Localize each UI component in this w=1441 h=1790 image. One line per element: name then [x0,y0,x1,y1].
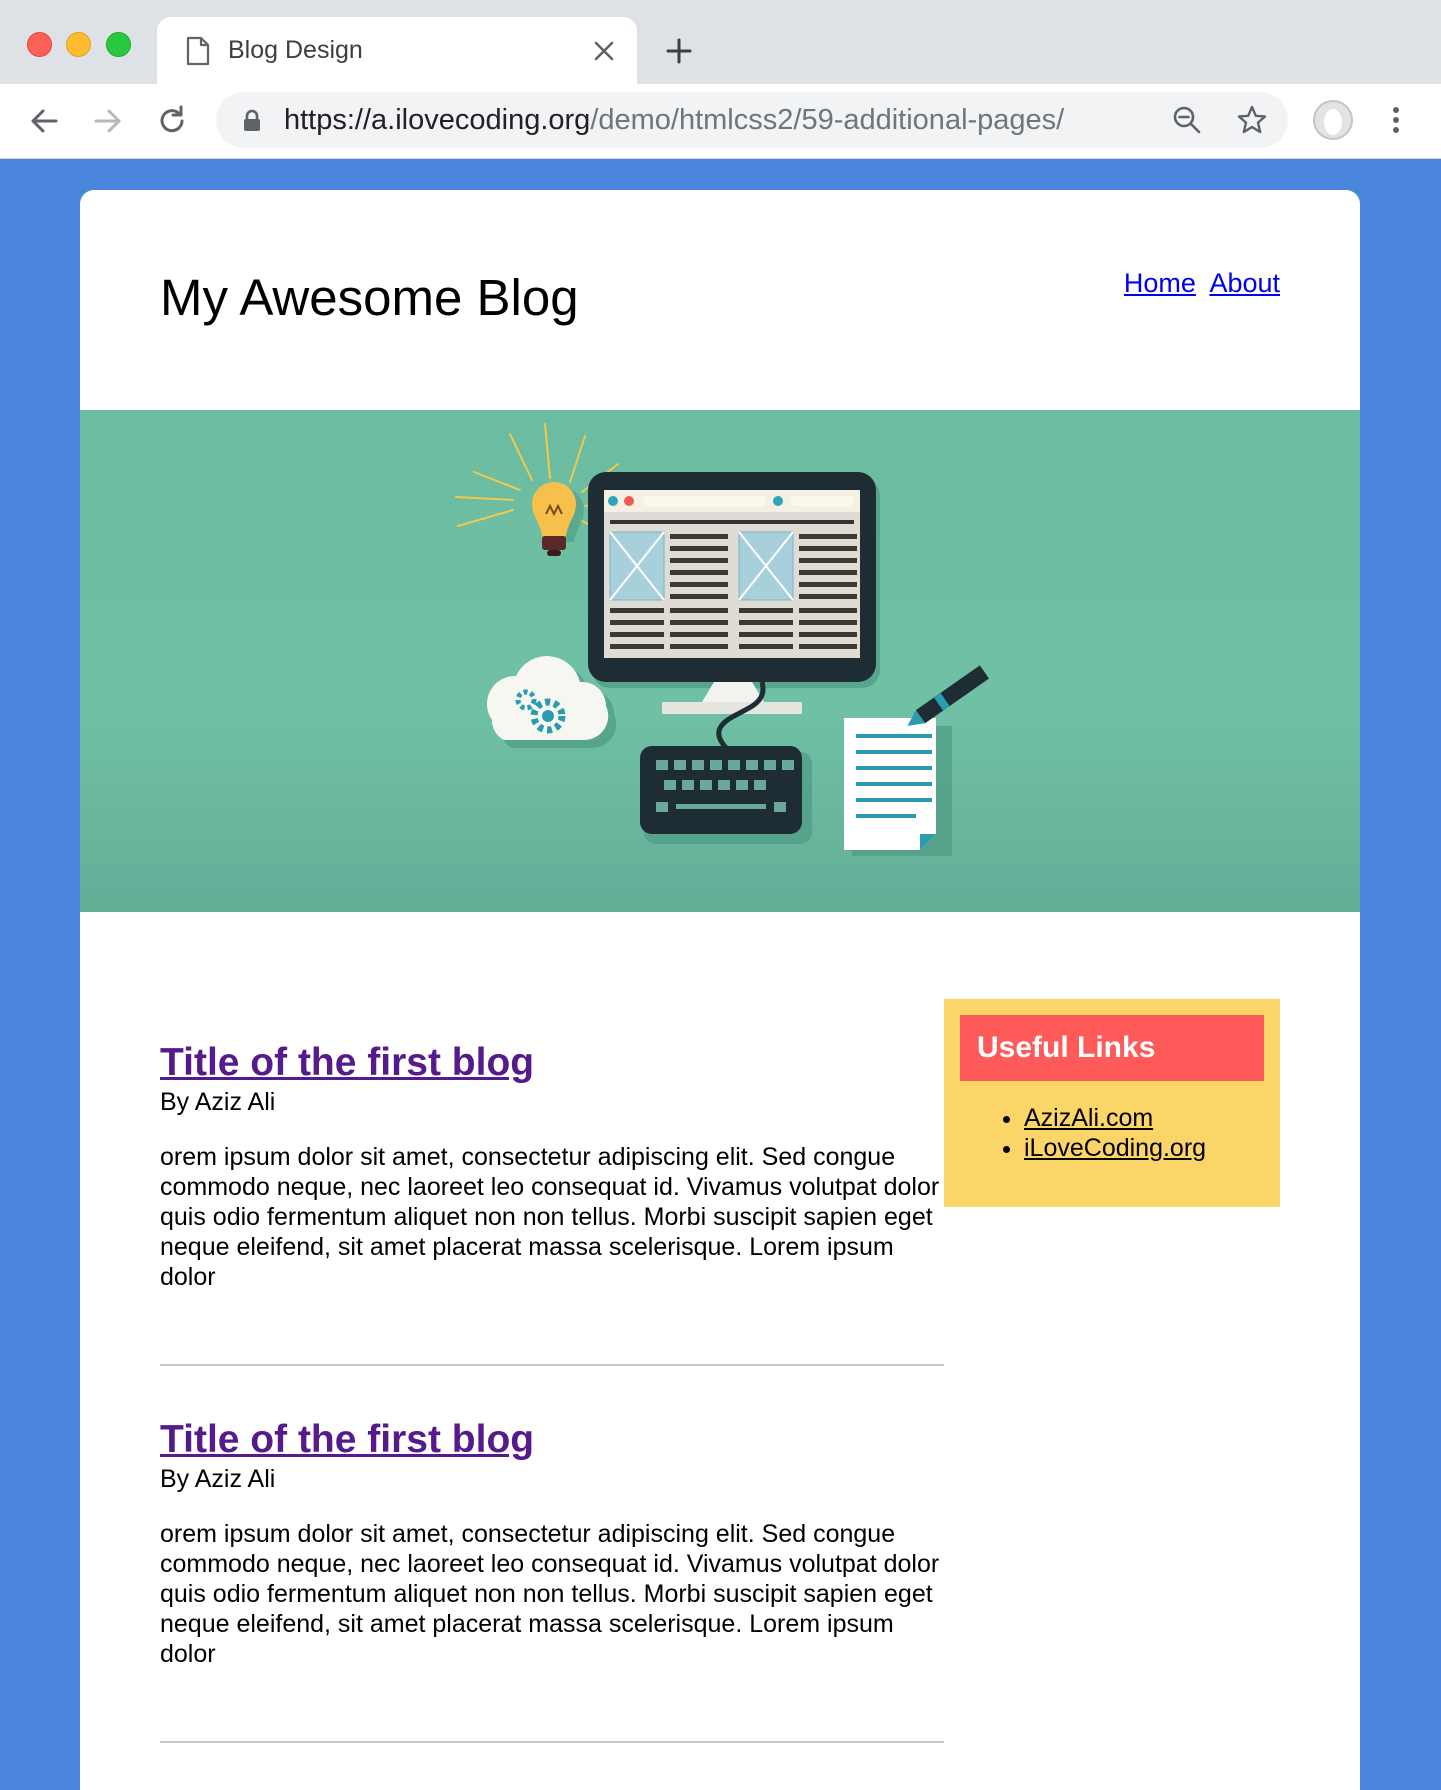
plus-icon[interactable] [664,36,694,66]
lock-icon [244,109,260,131]
post-author: By Aziz Ali [160,1088,276,1116]
url-host: https://a.ilovecoding.org [284,104,591,136]
nav-about-link[interactable]: About [1209,268,1280,298]
blog-post: Title of the first blog By Aziz Ali orem… [160,1041,944,1292]
hero-banner [80,410,1360,912]
active-tab[interactable]: Blog Design [157,17,637,84]
profile-icon [1324,109,1342,135]
link-ilovecoding[interactable]: iLoveCoding.org [1024,1134,1206,1162]
reload-icon[interactable] [155,104,189,138]
nav-home-link[interactable]: Home [1124,268,1196,298]
link-azizali[interactable]: AzizAli.com [1024,1104,1153,1132]
star-icon[interactable] [1236,104,1268,136]
address-bar[interactable]: https://a.ilovecoding.org/demo/htmlcss2/… [216,92,1288,148]
forward-icon[interactable] [91,104,125,138]
minimize-window-button[interactable] [66,32,91,57]
tab-title: Blog Design [228,36,363,64]
post-divider [160,1741,944,1743]
back-icon[interactable] [27,104,61,138]
tab-strip: Blog Design [0,0,1441,84]
post-author: By Aziz Ali [160,1465,276,1493]
profile-avatar[interactable] [1313,100,1353,140]
menu-icon[interactable] [1384,102,1408,138]
computer-workspace-illustration [455,423,989,856]
url-text: https://a.ilovecoding.org/demo/htmlcss2/… [284,104,1064,137]
post-divider [160,1364,944,1366]
list-item: AzizAli.com [1024,1103,1206,1133]
post-title-link[interactable]: Title of the first blog [160,1418,534,1462]
list-item: iLoveCoding.org [1024,1133,1206,1163]
sidebar-link-list: AzizAli.com iLoveCoding.org [944,1103,1206,1163]
zoom-out-icon[interactable] [1172,105,1202,135]
post-body: orem ipsum dolor sit amet, consectetur a… [160,1520,940,1668]
browser-toolbar: https://a.ilovecoding.org/demo/htmlcss2/… [0,84,1441,159]
close-icon[interactable] [591,38,617,64]
sidebar-heading: Useful Links [960,1015,1264,1081]
maximize-window-button[interactable] [106,32,131,57]
sidebar-useful-links: Useful Links AzizAli.com iLoveCoding.org [944,999,1280,1207]
page-icon [186,36,210,66]
site-title: My Awesome Blog [160,269,579,326]
blog-post: Title of the first blog By Aziz Ali orem… [160,1418,944,1669]
post-title-link[interactable]: Title of the first blog [160,1041,534,1085]
page-container: My Awesome Blog Home About Title of the … [80,190,1360,1790]
browser-chrome: Blog Design https://a.ilovecoding.org/de… [0,0,1441,159]
post-body: orem ipsum dolor sit amet, consectetur a… [160,1143,940,1291]
close-window-button[interactable] [27,32,52,57]
main-content: Title of the first blog By Aziz Ali orem… [160,1041,944,1790]
url-path: /demo/htmlcss2/59-additional-pages/ [590,104,1065,136]
site-nav: Home About [1118,268,1280,299]
